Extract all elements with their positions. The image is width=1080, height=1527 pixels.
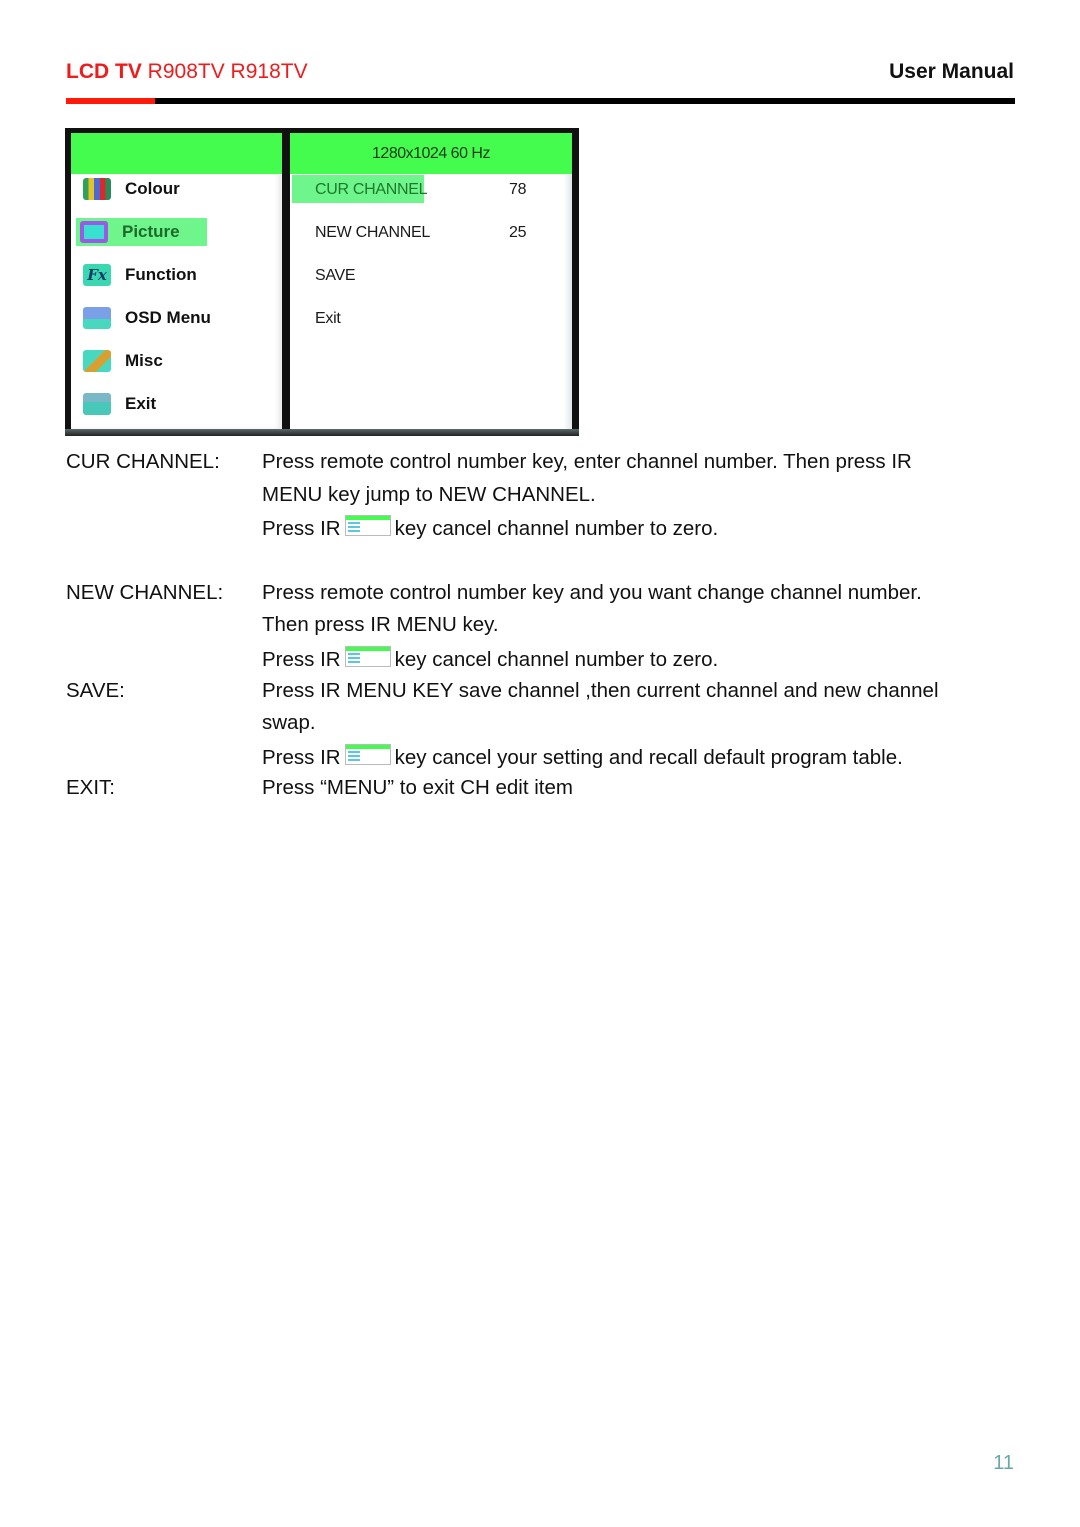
osd-menu-item-function[interactable]: Fx Function [79,261,269,289]
model-numbers: R908TV R918TV [147,60,308,83]
osd-main-menu: Colour Picture Fx Function OSD Menu Misc… [71,133,282,429]
osd-main-menu-header [71,133,282,174]
osd-submenu-label: SAVE [315,267,356,284]
osd-menu-item-osd-menu[interactable]: OSD Menu [79,304,269,332]
ir-key-icon [344,744,391,765]
osd-menu-screenshot: Colour Picture Fx Function OSD Menu Misc… [65,128,579,436]
osd-menu-item-colour[interactable]: Colour [79,175,269,203]
header-rule [66,98,1015,104]
document-type-label: User Manual [889,60,1014,83]
desc-new-channel-line-2: Then press IR MENU key. [262,613,499,636]
osd-menu-item-label: OSD Menu [125,308,211,327]
page-number: 11 [993,1452,1014,1474]
osd-menu-item-misc[interactable]: Misc [79,347,269,375]
osd-menu-item-label: Exit [125,394,157,413]
text-fragment: key cancel channel number to zero. [394,648,719,671]
text-fragment: Press IR [262,746,341,769]
osd-menu-item-picture[interactable]: Picture [76,218,207,246]
osd-submenu-label: CUR CHANNEL [315,181,428,198]
desc-save-line-3: Press IR key cancel your setting and reca… [262,744,903,770]
desc-cur-channel-line-3: Press IR key cancel channel number to zer… [262,515,718,541]
function-fx-icon: Fx [83,264,111,286]
osd-menu-item-label: Function [125,265,197,284]
text-fragment: Press IR [262,648,341,671]
osd-submenu-cur-channel[interactable]: CUR CHANNEL 78 [315,181,527,199]
document-header-title: LCD TV R908TV R918TV [66,60,308,84]
text-fragment: key cancel channel number to zero. [394,517,719,540]
desc-new-channel-line-1: Press remote control number key and you … [262,581,922,604]
osd-menu-icon [83,307,111,329]
text-fragment: Press IR [262,517,341,540]
header-rule-accent [66,98,155,104]
ir-key-icon [344,646,391,667]
osd-submenu-exit[interactable]: Exit [315,310,341,328]
exit-icon [83,393,111,415]
desc-cur-channel-line-2: MENU key jump to NEW CHANNEL. [262,483,596,506]
osd-submenu-label: NEW CHANNEL [315,224,430,241]
term-new-channel: NEW CHANNEL: [66,581,224,604]
misc-icon [83,350,111,372]
osd-menu-item-label: Misc [125,351,163,370]
osd-menu-item-label: Picture [122,222,180,241]
text-fragment: key cancel your setting and recall defau… [394,746,903,769]
colour-bars-icon [83,178,111,200]
picture-icon [80,221,108,243]
term-exit: EXIT: [66,776,115,799]
osd-submenu-value: 78 [509,181,527,198]
desc-new-channel-line-3: Press IR key cancel channel number to zer… [262,646,718,672]
ir-key-icon [344,515,391,536]
osd-resolution-readout: 1280x1024 60 Hz [290,133,572,174]
term-cur-channel: CUR CHANNEL: [66,450,220,473]
term-save: SAVE: [66,679,125,702]
desc-exit-line-1: Press “MENU” to exit CH edit item [262,776,573,799]
desc-save-line-1: Press IR MENU KEY save channel ,then cur… [262,679,939,702]
desc-save-line-2: swap. [262,711,316,734]
osd-submenu-value: 25 [509,224,527,241]
osd-submenu-new-channel[interactable]: NEW CHANNEL 25 [315,224,527,242]
osd-menu-item-exit[interactable]: Exit [79,390,269,418]
osd-submenu-label: Exit [315,310,341,327]
desc-cur-channel-line-1: Press remote control number key, enter c… [262,450,912,473]
osd-channel-submenu: 1280x1024 60 Hz CUR CHANNEL 78 NEW CHANN… [290,133,572,429]
osd-frame-bottom [65,429,579,436]
osd-menu-item-label: Colour [125,179,180,198]
osd-submenu-save[interactable]: SAVE [315,267,356,285]
brand-label: LCD TV [66,60,142,83]
